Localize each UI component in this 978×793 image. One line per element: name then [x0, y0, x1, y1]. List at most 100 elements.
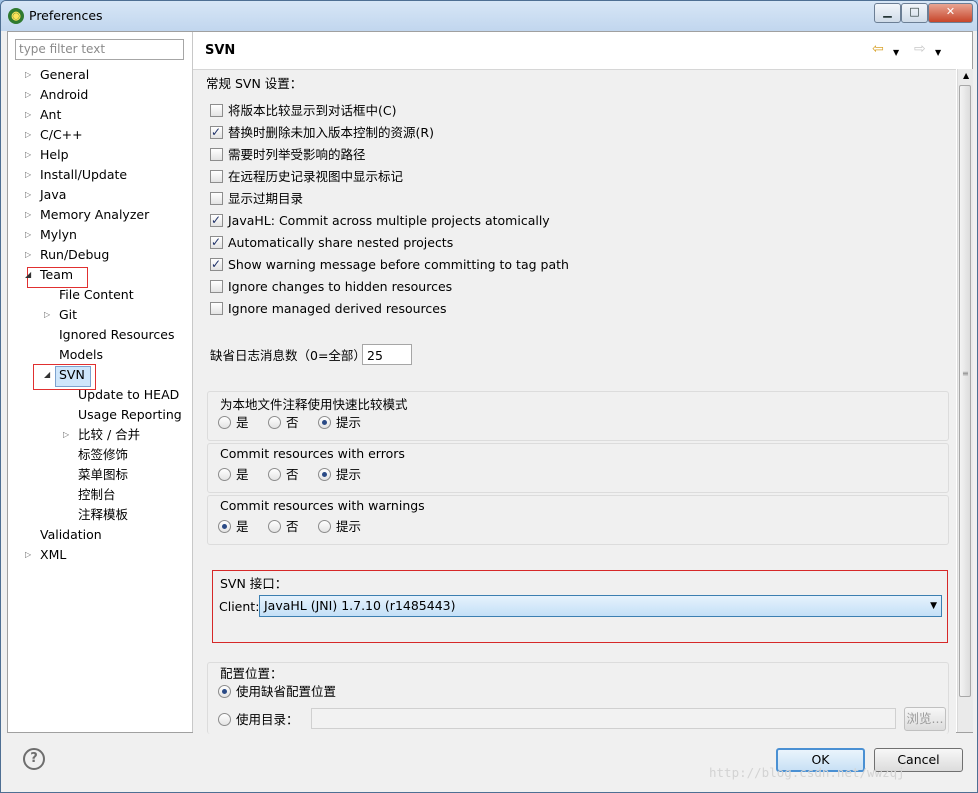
checkbox-row[interactable]: 显示过期目录 [210, 189, 303, 209]
tree-item-xml[interactable]: ▷ XML [25, 545, 66, 565]
tree-item-console[interactable]: 控制台 [78, 485, 116, 505]
radio-button[interactable] [218, 468, 231, 481]
tree-item-java[interactable]: ▷ Java [25, 185, 66, 205]
forward-dropdown-icon[interactable]: ▼ [935, 45, 941, 61]
commit-warnings-group: Commit resources with warnings 是 否 提示 [207, 495, 949, 545]
radio-yes[interactable]: 是 [218, 466, 249, 484]
maximize-button[interactable]: □ [901, 3, 928, 23]
tree-item-svn[interactable]: ◢ SVN [44, 365, 85, 385]
tree-item-usage-reporting[interactable]: Usage Reporting [78, 405, 182, 425]
radio-button[interactable] [268, 416, 281, 429]
checkbox[interactable] [210, 192, 223, 205]
minimize-button[interactable]: ▁ [874, 3, 901, 23]
radio-button[interactable] [318, 520, 331, 533]
expand-arrow-icon[interactable]: ▷ [25, 105, 31, 125]
checkbox-row[interactable]: JavaHL: Commit across multiple projects … [210, 210, 550, 231]
help-icon[interactable]: ? [23, 748, 45, 770]
radio-prompt[interactable]: 提示 [318, 466, 361, 484]
radio-yes[interactable]: 是 [218, 414, 249, 432]
checkbox[interactable] [210, 148, 223, 161]
tree-item-validation[interactable]: Validation [40, 525, 102, 545]
checkbox-row[interactable]: 需要时列举受影响的路径 [210, 145, 366, 165]
radio-button[interactable] [268, 520, 281, 533]
checkbox-row[interactable]: 在远程历史记录视图中显示标记 [210, 167, 403, 187]
tree-item-run-debug[interactable]: ▷ Run/Debug [25, 245, 109, 265]
radio-button[interactable] [218, 520, 231, 533]
radio-button[interactable] [268, 468, 281, 481]
browse-button[interactable]: 浏览... [904, 707, 946, 731]
checkbox[interactable] [210, 170, 223, 183]
title-bar: ◉ Preferences ▁ □ ✕ [1, 1, 977, 31]
radio-prompt[interactable]: 提示 [318, 518, 361, 536]
log-count-input[interactable]: 25 [362, 344, 412, 365]
forward-arrow-icon[interactable]: ⇨ [914, 41, 926, 57]
expand-arrow-icon[interactable]: ▷ [25, 205, 31, 225]
tree-item-general[interactable]: ▷ General [25, 65, 89, 85]
checkbox[interactable] [210, 210, 223, 230]
back-dropdown-icon[interactable]: ▼ [893, 45, 899, 61]
expand-arrow-icon[interactable]: ▷ [25, 125, 31, 145]
expand-arrow-icon[interactable]: ▷ [63, 425, 69, 445]
tree-item-install-update[interactable]: ▷ Install/Update [25, 165, 127, 185]
expand-arrow-icon[interactable]: ▷ [25, 185, 31, 205]
checkbox[interactable] [210, 232, 223, 252]
expand-arrow-icon[interactable]: ▷ [25, 145, 31, 165]
collapse-arrow-icon[interactable]: ◢ [44, 365, 50, 385]
checkbox[interactable] [210, 254, 223, 274]
filter-input[interactable]: type filter text [15, 39, 184, 60]
checkbox-row[interactable]: 将版本比较显示到对话框中(C) [210, 101, 396, 121]
scrollbar-thumb[interactable] [959, 85, 971, 697]
expand-arrow-icon[interactable]: ▷ [25, 85, 31, 105]
vertical-scrollbar[interactable]: ▲ ≡ [957, 69, 973, 732]
tree-item-label-decorations[interactable]: 标签修饰 [78, 445, 128, 465]
close-button[interactable]: ✕ [928, 3, 973, 23]
radio-use-directory[interactable]: 使用目录： [218, 711, 299, 729]
radio-yes[interactable]: 是 [218, 518, 249, 536]
tree-item-memory-analyzer[interactable]: ▷ Memory Analyzer [25, 205, 149, 225]
radio-button[interactable] [318, 416, 331, 429]
checkbox[interactable] [210, 280, 223, 293]
expand-arrow-icon[interactable]: ▷ [25, 225, 31, 245]
checkbox[interactable] [210, 104, 223, 117]
back-arrow-icon[interactable]: ⇦ [872, 41, 884, 57]
radio-no[interactable]: 否 [268, 414, 299, 432]
tree-item-mylyn[interactable]: ▷ Mylyn [25, 225, 77, 245]
radio-button[interactable] [218, 713, 231, 726]
radio-button[interactable] [318, 468, 331, 481]
directory-input[interactable] [311, 708, 896, 729]
tree-item-git[interactable]: ▷ Git [44, 305, 77, 325]
tree-item-file-content[interactable]: File Content [59, 285, 134, 305]
tree-item-comment-templates[interactable]: 注释模板 [78, 505, 128, 525]
radio-button[interactable] [218, 685, 231, 698]
tree-item-ignored-resources[interactable]: Ignored Resources [59, 325, 175, 345]
expand-arrow-icon[interactable]: ▷ [25, 165, 31, 185]
checkbox-row[interactable]: Ignore changes to hidden resources [210, 277, 452, 297]
tree-item-help[interactable]: ▷ Help [25, 145, 69, 165]
radio-no[interactable]: 否 [268, 466, 299, 484]
radio-prompt[interactable]: 提示 [318, 414, 361, 432]
radio-default-location[interactable]: 使用缺省配置位置 [218, 683, 336, 701]
tree-item-update-to-head[interactable]: Update to HEAD [78, 385, 179, 405]
checkbox-row[interactable]: Ignore managed derived resources [210, 299, 446, 319]
expand-arrow-icon[interactable]: ▷ [25, 65, 31, 85]
tree-item-ant[interactable]: ▷ Ant [25, 105, 61, 125]
expand-arrow-icon[interactable]: ▷ [25, 245, 31, 265]
scroll-up-icon[interactable]: ▲ [963, 71, 969, 80]
checkbox-row[interactable]: Automatically share nested projects [210, 232, 453, 253]
radio-no[interactable]: 否 [268, 518, 299, 536]
tree-item-menu-icons[interactable]: 菜单图标 [78, 465, 128, 485]
tree-item-android[interactable]: ▷ Android [25, 85, 88, 105]
checkbox-row[interactable]: 替换时删除未加入版本控制的资源(R) [210, 122, 434, 143]
expand-arrow-icon[interactable]: ▷ [44, 305, 50, 325]
expand-arrow-icon[interactable]: ▷ [25, 545, 31, 565]
tree-item-models[interactable]: Models [59, 345, 103, 365]
collapse-arrow-icon[interactable]: ◢ [25, 265, 31, 285]
tree-item-cpp[interactable]: ▷ C/C++ [25, 125, 83, 145]
radio-button[interactable] [218, 416, 231, 429]
tree-item-team[interactable]: ◢ Team [25, 265, 73, 285]
checkbox-row[interactable]: Show warning message before committing t… [210, 254, 569, 275]
tree-item-compare-merge[interactable]: ▷ 比较 / 合并 [63, 425, 140, 445]
client-select[interactable]: JavaHL (JNI) 1.7.10 (r1485443) ▼ [259, 595, 942, 617]
checkbox[interactable] [210, 302, 223, 315]
checkbox[interactable] [210, 122, 223, 142]
